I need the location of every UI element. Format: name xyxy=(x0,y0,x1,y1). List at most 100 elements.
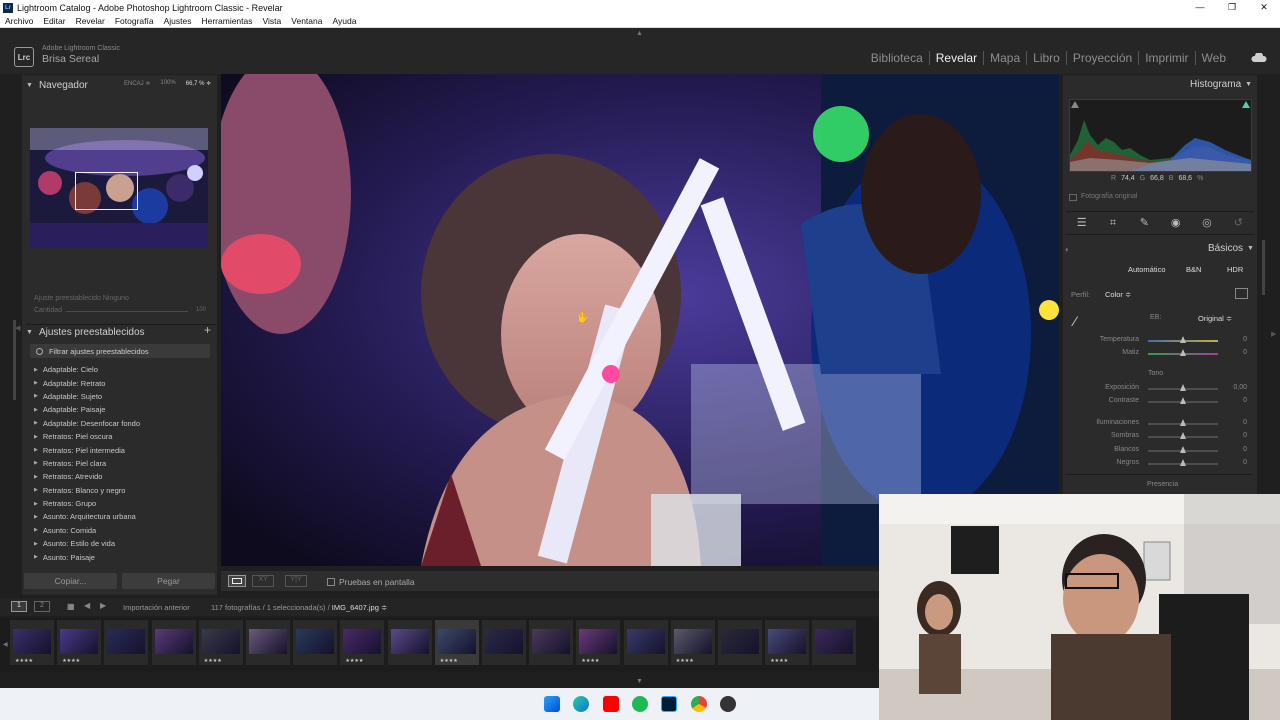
preset-group[interactable]: ▶ Adaptable: Paisaje xyxy=(34,403,212,416)
compare-view-button[interactable]: XY xyxy=(252,575,274,587)
slider-knob[interactable] xyxy=(1180,397,1186,404)
back-arrow-icon[interactable]: ◀ xyxy=(84,601,90,610)
preset-group[interactable]: ▶ Retratos: Grupo xyxy=(34,497,212,510)
right-panel-scrollbar[interactable] xyxy=(1262,240,1265,295)
slider-knob[interactable] xyxy=(1180,384,1186,391)
preset-group[interactable]: ▶ Retratos: Blanco y negro xyxy=(34,484,212,497)
preset-group[interactable]: ▶ Adaptable: Cielo xyxy=(34,363,212,376)
exposure-slider[interactable]: Exposición 0,00 xyxy=(1066,384,1252,394)
menu-editar[interactable]: Editar xyxy=(38,16,70,26)
module-proyeccion[interactable]: Proyección xyxy=(1067,51,1140,65)
crop-icon[interactable]: ⌗ xyxy=(1106,217,1119,230)
preset-group[interactable]: ▶ Adaptable: Retrato xyxy=(34,376,212,389)
app-icon[interactable] xyxy=(720,696,736,712)
profile-dropdown[interactable]: Color ≑ xyxy=(1105,290,1131,299)
left-panel-toggle-icon[interactable]: ◀ xyxy=(15,324,20,332)
windows-start-icon[interactable] xyxy=(544,696,560,712)
filmstrip-thumbnail[interactable] xyxy=(482,620,526,665)
left-panel-scrollbar[interactable] xyxy=(13,320,16,400)
filmstrip-thumbnail[interactable] xyxy=(812,620,857,665)
menu-ajustes[interactable]: Ajustes xyxy=(159,16,197,26)
tint-slider[interactable]: Matiz 0 xyxy=(1066,349,1252,359)
filmstrip-thumbnail[interactable] xyxy=(104,620,149,665)
slider-knob[interactable] xyxy=(1180,336,1186,343)
edge-browser-icon[interactable] xyxy=(573,696,589,712)
loupe-view-button[interactable] xyxy=(228,575,246,587)
preset-group[interactable]: ▶ Retratos: Piel oscura xyxy=(34,430,212,443)
preset-group[interactable]: ▶ Asunto: Estilo de vida xyxy=(34,537,212,550)
lightroom-taskbar-icon[interactable] xyxy=(661,696,677,712)
paste-settings-button[interactable]: Pegar xyxy=(122,573,215,589)
navigator-zoom-box[interactable] xyxy=(75,172,138,210)
masking-icon[interactable]: ◎ xyxy=(1200,217,1213,230)
shadow-clipping-icon[interactable] xyxy=(1071,101,1079,108)
grid-view-icon[interactable]: ▦ xyxy=(67,602,75,611)
presets-header[interactable]: ▼ Ajustes preestablecidos xyxy=(26,324,216,338)
zoom-fit[interactable]: ENCAJ ≑ xyxy=(124,80,150,87)
preset-group[interactable]: ▶ Asunto: Paisaje xyxy=(34,550,212,563)
module-mapa[interactable]: Mapa xyxy=(984,51,1028,65)
filmstrip-thumbnail[interactable]: ★★★★ xyxy=(434,620,479,665)
slider-knob[interactable] xyxy=(1180,459,1186,466)
copy-settings-button[interactable]: Copiar... xyxy=(24,573,117,589)
before-after-button[interactable]: Y|Y xyxy=(285,575,307,587)
filmstrip-thumbnail[interactable] xyxy=(387,620,432,665)
eyedropper-icon[interactable]: ⁄ xyxy=(1074,313,1092,331)
temperature-slider[interactable]: Temperatura 0 xyxy=(1066,336,1252,346)
slider-value[interactable]: 0,00 xyxy=(1233,384,1247,391)
menu-archivo[interactable]: Archivo xyxy=(0,16,38,26)
youtube-icon[interactable] xyxy=(603,696,619,712)
filmstrip-scroll-left-icon[interactable]: ◀ xyxy=(3,641,8,648)
module-revelar[interactable]: Revelar xyxy=(930,51,985,65)
filmstrip-thumbnail[interactable]: ★★★★ xyxy=(576,620,621,665)
filmstrip-source[interactable]: Importación anterior xyxy=(123,603,190,612)
hdr-button[interactable]: HDR xyxy=(1227,265,1243,274)
cloud-icon[interactable] xyxy=(1251,53,1267,63)
filmstrip-thumbnail[interactable]: ★★★★ xyxy=(765,620,810,665)
slider-value[interactable]: 0 xyxy=(1243,397,1247,404)
red-eye-icon[interactable]: ◉ xyxy=(1169,217,1182,230)
black-white-button[interactable]: B&N xyxy=(1186,265,1201,274)
slider-value[interactable]: 0 xyxy=(1243,419,1247,426)
filmstrip-thumbnail[interactable] xyxy=(623,620,668,665)
minimize-button[interactable]: — xyxy=(1184,0,1216,15)
primary-window-button[interactable]: 1 xyxy=(11,601,27,612)
filmstrip-thumbnail[interactable]: ★★★★ xyxy=(670,620,715,665)
contrast-slider[interactable]: Contraste 0 xyxy=(1066,397,1252,407)
slider-knob[interactable] xyxy=(1180,419,1186,426)
filmstrip-thumbnail[interactable] xyxy=(718,620,762,665)
menu-fotografia[interactable]: Fotografía xyxy=(110,16,159,26)
current-filename[interactable]: IMG_6407.jpg ≑ xyxy=(332,603,387,612)
menu-ventana[interactable]: Ventana xyxy=(286,16,327,26)
preset-group[interactable]: ▶ Asunto: Arquitectura urbana xyxy=(34,510,212,523)
chrome-icon[interactable] xyxy=(691,696,707,712)
histogram-header[interactable]: Histograma ▼ xyxy=(1190,79,1258,90)
filmstrip-thumbnail[interactable] xyxy=(293,620,338,665)
module-imprimir[interactable]: Imprimir xyxy=(1139,51,1196,65)
soft-proofing-checkbox[interactable] xyxy=(327,578,335,586)
original-photo-checkbox[interactable] xyxy=(1069,194,1077,201)
main-photo-canvas[interactable] xyxy=(221,74,1059,566)
menu-herramientas[interactable]: Herramientas xyxy=(196,16,257,26)
panel-toggle-eye-icon[interactable]: ◐ xyxy=(1065,245,1070,254)
healing-icon[interactable]: ✎ xyxy=(1138,217,1151,230)
slider-value[interactable]: 0 xyxy=(1243,459,1247,466)
close-button[interactable]: ✕ xyxy=(1248,0,1280,15)
preset-group[interactable]: ▶ Retratos: Atrevido xyxy=(34,470,212,483)
slider-value[interactable]: 0 xyxy=(1243,432,1247,439)
white-balance-dropdown[interactable]: Original ≑ xyxy=(1198,314,1232,323)
slider-value[interactable]: 0 xyxy=(1243,349,1247,356)
filmstrip-thumbnail[interactable] xyxy=(246,620,290,665)
module-biblioteca[interactable]: Biblioteca xyxy=(865,51,930,65)
basic-header[interactable]: Básicos ▼ xyxy=(1208,243,1260,254)
forward-arrow-icon[interactable]: ▶ xyxy=(100,601,106,610)
preset-filter-input[interactable]: Filtrar ajustes preestablecidos xyxy=(30,344,210,358)
slider-knob[interactable] xyxy=(1180,446,1186,453)
filmstrip-thumbnail[interactable] xyxy=(529,620,574,665)
maximize-button[interactable]: ❐ xyxy=(1216,0,1248,15)
right-panel-toggle-icon[interactable]: ▶ xyxy=(1271,330,1276,338)
filmstrip-thumbnail[interactable]: ★★★★ xyxy=(198,620,243,665)
add-preset-button[interactable]: + xyxy=(204,323,211,337)
slider-knob[interactable] xyxy=(1180,432,1186,439)
undo-icon[interactable]: ↺ xyxy=(1232,217,1245,230)
